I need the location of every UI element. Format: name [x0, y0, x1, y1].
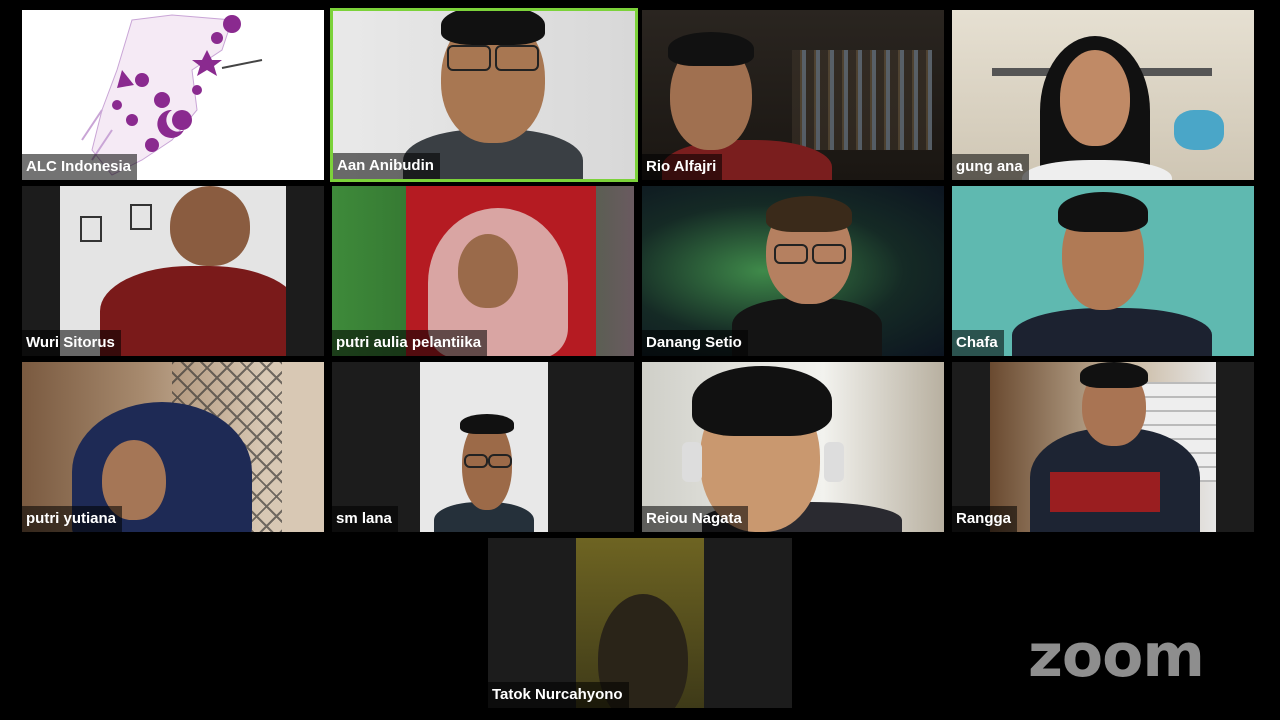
participant-tile-wuri-sitorus[interactable]: Wuri Sitorus [22, 186, 324, 356]
participant-tile-reiou-nagata[interactable]: Reiou Nagata [642, 362, 944, 532]
participant-video [420, 362, 548, 532]
participant-tile-putri-yutiana[interactable]: putri yutiana [22, 362, 324, 532]
participant-name: Wuri Sitorus [22, 330, 121, 356]
participant-name: gung ana [952, 154, 1029, 180]
participant-tile-sm-lana[interactable]: sm lana [332, 362, 634, 532]
participant-name: sm lana [332, 506, 398, 532]
participant-tile-rio-alfajri[interactable]: Rio Alfajri [642, 10, 944, 180]
participant-tile-rangga[interactable]: Rangga [952, 362, 1254, 532]
participant-name: ALC Indonesia [22, 154, 138, 180]
participant-name: Rangga [952, 506, 1018, 532]
participant-name: Danang Setio [642, 330, 748, 356]
participant-name: Aan Anibudin [333, 153, 440, 179]
participant-name: putri yutiana [22, 506, 123, 532]
participant-tile-aan-anibudin[interactable]: Aan Anibudin [330, 8, 638, 182]
zoom-logo: zoom [1028, 621, 1205, 691]
participant-tile-tatok-nurcahyono[interactable]: Tatok Nurcahyono [488, 538, 792, 708]
participant-name: Tatok Nurcahyono [488, 682, 629, 708]
participant-name: Rio Alfajri [642, 154, 723, 180]
participant-name: Chafa [952, 330, 1004, 356]
participant-video [990, 362, 1216, 532]
participant-tile-chafa[interactable]: Chafa [952, 186, 1254, 356]
participant-name: putri aulia pelantiika [332, 330, 488, 356]
participant-tile-alc-indonesia[interactable]: ALC Indonesia [22, 10, 324, 180]
participant-tile-putri-aulia-pelantiika[interactable]: putri aulia pelantiika [332, 186, 634, 356]
participant-name: Reiou Nagata [642, 506, 748, 532]
participant-tile-gung-ana[interactable]: gung ana [952, 10, 1254, 180]
participant-tile-danang-setio[interactable]: Danang Setio [642, 186, 944, 356]
